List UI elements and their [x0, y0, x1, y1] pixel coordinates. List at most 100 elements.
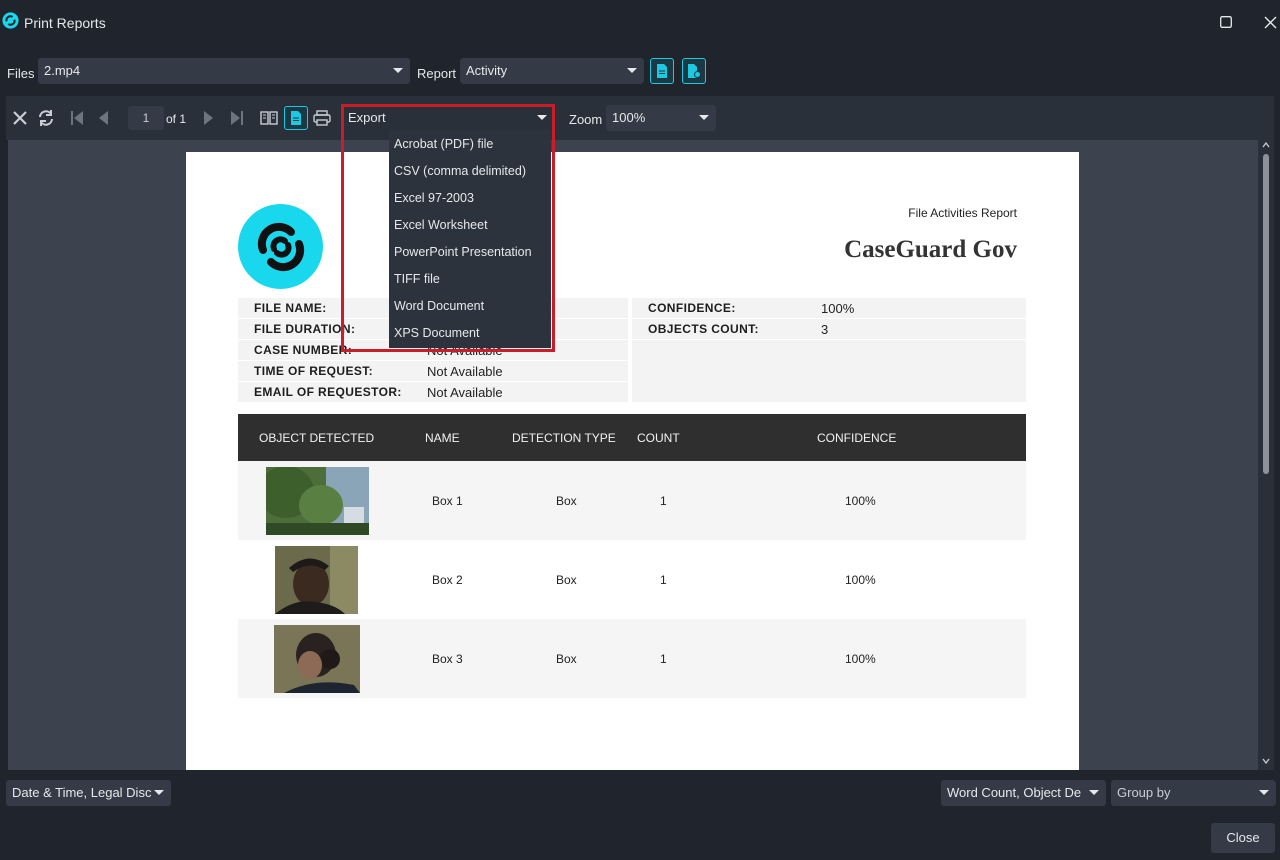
close-icon: [13, 111, 27, 125]
field-select-right[interactable]: Word Count, Object De: [941, 780, 1106, 806]
info-key: TIME OF REQUEST:: [254, 364, 374, 378]
chevron-down-icon[interactable]: [1262, 758, 1270, 764]
next-page-icon: [204, 111, 213, 125]
info-value: 100%: [821, 301, 855, 316]
document-icon: [291, 111, 301, 125]
column-header: CONFIDENCE: [817, 431, 897, 445]
page-count: of 1: [166, 112, 187, 126]
print-button[interactable]: [312, 96, 332, 140]
info-key: FILE NAME:: [254, 301, 327, 315]
report-page: File Activities Report CaseGuard Gov FIL…: [186, 152, 1079, 770]
field-select-left[interactable]: Date & Time, Legal Disc: [6, 780, 171, 806]
zoom-label: Zoom: [569, 112, 603, 127]
single-page-view-button[interactable]: [284, 106, 308, 130]
info-row: EMAIL OF REQUESTOR: Not Available: [238, 382, 628, 402]
window-title: Print Reports: [24, 15, 106, 31]
document-icon: [657, 64, 667, 78]
previous-page-button[interactable]: [94, 96, 112, 140]
refresh-button[interactable]: [36, 96, 56, 140]
column-header: COUNT: [637, 431, 680, 445]
info-row: CONFIDENCE: 100%: [632, 298, 1026, 318]
report-title: File Activities Report: [908, 206, 1017, 220]
info-filler: [632, 340, 1026, 402]
info-value: 3: [821, 322, 829, 337]
printer-icon: [313, 110, 331, 126]
table-row: Box 2 Box 1 100%: [238, 540, 1026, 619]
table-row: Box 3 Box 1 100%: [238, 619, 1026, 698]
object-count: 1: [660, 494, 667, 508]
document-settings-icon: [688, 64, 701, 78]
files-bar: Files 2.mp4 Report Activity: [0, 56, 1280, 88]
object-thumbnail: [275, 546, 358, 614]
files-value: 2.mp4: [44, 63, 81, 78]
last-page-icon: [231, 111, 243, 125]
zoom-select[interactable]: 100%: [606, 105, 716, 131]
info-row: TIME OF REQUEST: Not Available: [238, 361, 628, 381]
close-icon: [1264, 16, 1276, 28]
previous-page-icon: [99, 111, 108, 125]
info-key: CASE NUMBER:: [254, 343, 353, 357]
report-select[interactable]: Activity: [460, 58, 644, 84]
object-confidence: 100%: [845, 573, 876, 587]
maximize-icon: [1220, 16, 1232, 28]
column-header: OBJECT DETECTED: [259, 431, 375, 445]
book-view-icon: [260, 111, 278, 125]
detection-type: Box: [556, 573, 577, 587]
info-key: OBJECTS COUNT:: [648, 322, 759, 336]
next-page-button[interactable]: [200, 96, 218, 140]
info-value: Not Available: [427, 364, 503, 379]
app-logo-icon: [2, 12, 19, 29]
object-count: 1: [660, 652, 667, 666]
table-row: Box 1 Box 1 100%: [238, 461, 1026, 540]
object-name: Box 3: [432, 652, 463, 666]
object-confidence: 100%: [845, 652, 876, 666]
detection-type: Box: [556, 652, 577, 666]
close-window-button[interactable]: [1258, 10, 1280, 34]
field-select-left-value: Date & Time, Legal Disc: [12, 785, 152, 800]
caseguard-logo-icon: [257, 222, 304, 271]
chevron-down-icon: [627, 68, 637, 73]
info-key: EMAIL OF REQUESTOR:: [254, 385, 402, 399]
column-header: NAME: [425, 431, 460, 445]
object-name: Box 1: [432, 494, 463, 508]
report-document-button[interactable]: [650, 58, 674, 84]
object-confidence: 100%: [845, 494, 876, 508]
report-settings-button[interactable]: [682, 58, 706, 84]
close-button[interactable]: Close: [1211, 823, 1275, 853]
group-by-select[interactable]: Group by: [1111, 780, 1276, 806]
first-page-icon: [71, 111, 83, 125]
highlight-box: [341, 104, 555, 352]
detection-type: Box: [556, 494, 577, 508]
info-key: CONFIDENCE:: [648, 301, 736, 315]
report-label: Report: [417, 66, 457, 81]
group-by-placeholder: Group by: [1117, 785, 1171, 800]
object-count: 1: [660, 573, 667, 587]
organization-name: CaseGuard Gov: [844, 236, 1017, 263]
field-select-right-value: Word Count, Object De: [947, 785, 1082, 800]
caseguard-logo: [238, 204, 323, 289]
multi-page-view-button[interactable]: [259, 96, 279, 140]
cancel-button[interactable]: [10, 96, 30, 140]
object-name: Box 2: [432, 573, 463, 587]
chevron-down-icon: [699, 115, 709, 120]
last-page-button[interactable]: [228, 96, 246, 140]
info-row: OBJECTS COUNT: 3: [632, 319, 1026, 339]
first-page-button[interactable]: [68, 96, 86, 140]
chevron-down-icon: [393, 68, 403, 73]
info-value: Not Available: [427, 385, 503, 400]
column-header: DETECTION TYPE: [512, 431, 616, 445]
vertical-scrollbar[interactable]: [1258, 140, 1274, 770]
maximize-button[interactable]: [1214, 10, 1238, 34]
files-label: Files: [7, 66, 35, 81]
scrollbar-thumb[interactable]: [1263, 154, 1269, 474]
chevron-up-icon[interactable]: [1262, 142, 1270, 148]
chevron-down-icon: [1089, 790, 1099, 795]
object-thumbnail: [274, 625, 360, 693]
files-select[interactable]: 2.mp4: [38, 58, 410, 84]
object-thumbnail: [266, 467, 369, 535]
chevron-down-icon: [154, 790, 164, 795]
viewer-toolbar: 1 of 1 Export Zoom 100%: [6, 96, 1274, 140]
page-number-input[interactable]: 1: [128, 106, 164, 130]
report-value: Activity: [466, 63, 508, 78]
objects-table-header: OBJECT DETECTED NAME DETECTION TYPE COUN…: [238, 414, 1026, 461]
